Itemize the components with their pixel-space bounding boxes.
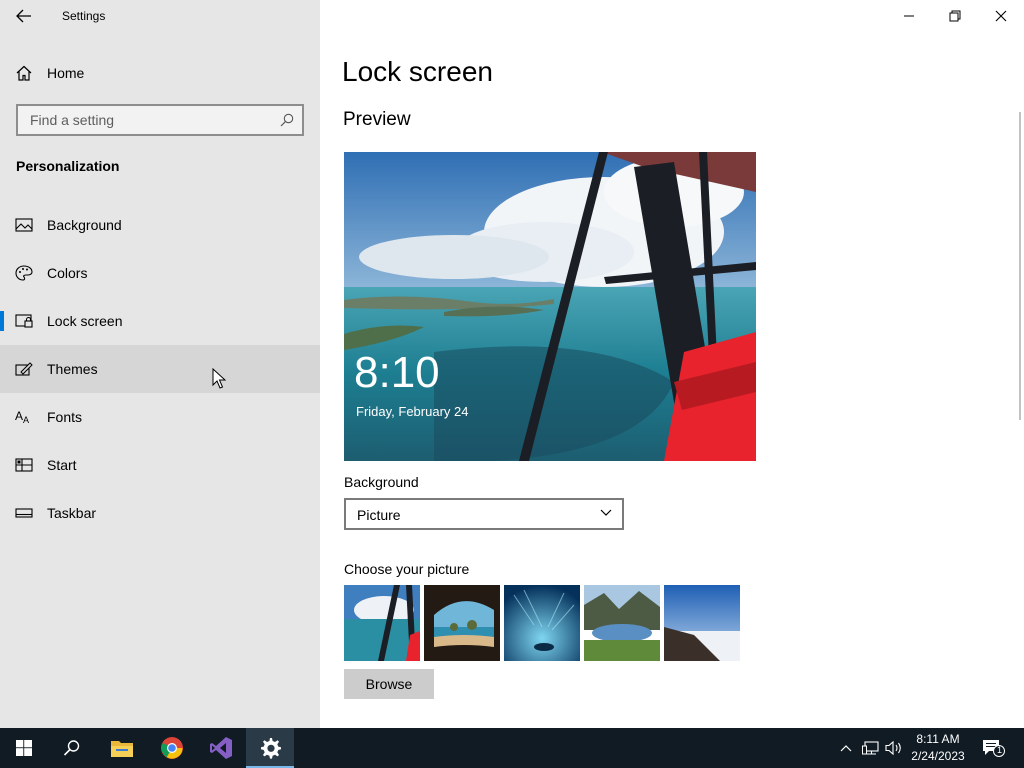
picture-thumbnail[interactable] xyxy=(424,585,500,661)
lock-screen-icon xyxy=(15,314,33,328)
back-arrow-icon xyxy=(16,9,31,23)
palette-icon xyxy=(15,265,33,281)
restore-icon xyxy=(949,10,961,22)
section-title: Personalization xyxy=(16,158,120,174)
taskbar-settings[interactable] xyxy=(246,728,294,768)
taskbar-visual-studio[interactable] xyxy=(197,728,245,768)
background-dropdown[interactable]: Picture xyxy=(344,498,624,530)
sidebar-item-background[interactable]: Background xyxy=(0,201,320,249)
close-button[interactable] xyxy=(978,0,1024,32)
search-input[interactable] xyxy=(28,111,272,129)
picture-thumbnail[interactable] xyxy=(344,585,420,661)
sidebar-item-themes[interactable]: Themes xyxy=(0,345,320,393)
sidebar-item-label: Start xyxy=(47,457,77,473)
search-field[interactable] xyxy=(16,104,304,136)
minimize-icon xyxy=(904,15,914,17)
sidebar-item-label: Fonts xyxy=(47,409,83,425)
back-button[interactable] xyxy=(6,2,42,30)
minimize-button[interactable] xyxy=(886,0,932,32)
sidebar-item-taskbar[interactable]: Taskbar xyxy=(0,489,320,537)
network-icon xyxy=(862,741,879,755)
sidebar-item-label: Background xyxy=(47,217,122,233)
app-title: Settings xyxy=(62,9,106,23)
settings-gear-icon xyxy=(261,738,281,759)
sidebar-item-label: Lock screen xyxy=(47,313,123,329)
background-label: Background xyxy=(344,474,419,490)
home-icon xyxy=(16,65,32,81)
fonts-icon: A A xyxy=(15,409,29,425)
preview-heading: Preview xyxy=(343,109,411,130)
svg-text:A: A xyxy=(15,409,23,423)
picture-thumbnail[interactable] xyxy=(504,585,580,661)
clock-time[interactable]: 8:11 AM xyxy=(910,732,966,746)
taskbar-file-explorer[interactable] xyxy=(98,728,146,768)
taskbar-search-button[interactable] xyxy=(48,728,96,768)
picture-thumbnail[interactable] xyxy=(664,585,740,661)
taskbar-icon xyxy=(15,508,33,518)
sidebar-item-colors[interactable]: Colors xyxy=(0,249,320,297)
notification-count-badge: 1 xyxy=(996,745,1002,755)
choose-picture-label: Choose your picture xyxy=(344,561,470,577)
chevron-down-icon xyxy=(600,509,612,516)
chrome-icon xyxy=(161,737,183,759)
picture-thumbnail[interactable] xyxy=(584,585,660,661)
sidebar-item-label: Home xyxy=(47,65,85,81)
close-icon xyxy=(995,10,1007,22)
windows-start-icon xyxy=(16,740,32,756)
action-center-button[interactable]: 1 xyxy=(982,740,1006,757)
network-button[interactable] xyxy=(862,740,880,756)
sidebar-item-lock-screen[interactable]: Lock screen xyxy=(0,297,320,345)
dropdown-value: Picture xyxy=(357,507,401,523)
preview-clock: 8:10 xyxy=(354,348,440,397)
picture-icon xyxy=(15,218,33,232)
volume-icon xyxy=(885,740,901,756)
clock-date[interactable]: 2/24/2023 xyxy=(905,749,971,763)
settings-sidebar: Settings Home Personalization Background… xyxy=(0,0,320,728)
sidebar-item-label: Colors xyxy=(47,265,88,281)
restore-button[interactable] xyxy=(932,0,978,32)
show-hidden-icons-button[interactable] xyxy=(838,740,854,756)
search-icon[interactable] xyxy=(280,113,294,127)
browse-button[interactable]: Browse xyxy=(344,669,434,699)
visual-studio-icon xyxy=(210,737,232,759)
search-icon xyxy=(63,740,80,756)
sidebar-item-start[interactable]: Start xyxy=(0,441,320,489)
start-icon xyxy=(15,458,33,472)
sidebar-item-fonts[interactable]: A A Fonts xyxy=(0,393,320,441)
title-bar: Settings xyxy=(0,0,320,32)
lock-screen-preview: 8:10 Friday, February 24 xyxy=(344,152,756,461)
themes-icon xyxy=(15,362,33,376)
page-title: Lock screen xyxy=(342,56,493,87)
start-button[interactable] xyxy=(0,728,48,768)
scrollbar[interactable] xyxy=(1019,112,1021,420)
sidebar-item-home[interactable]: Home xyxy=(0,49,320,97)
taskbar-chrome[interactable] xyxy=(148,728,196,768)
volume-button[interactable] xyxy=(885,740,903,756)
file-explorer-icon xyxy=(111,741,133,757)
selection-indicator xyxy=(0,311,4,331)
chevron-up-icon xyxy=(840,745,852,752)
sidebar-item-label: Themes xyxy=(47,361,98,377)
svg-text:A: A xyxy=(23,415,29,425)
sidebar-item-label: Taskbar xyxy=(47,505,97,521)
preview-date: Friday, February 24 xyxy=(356,404,469,419)
taskbar: 8:11 AM 2/24/2023 1 xyxy=(0,728,1024,768)
